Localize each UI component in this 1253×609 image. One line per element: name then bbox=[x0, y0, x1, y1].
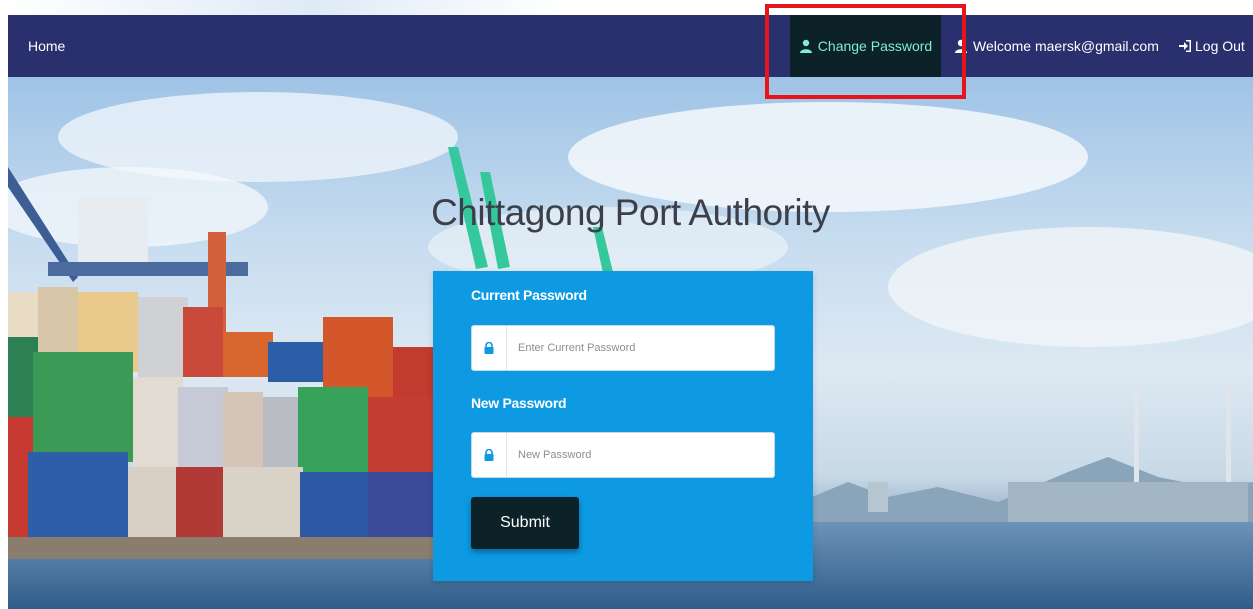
new-password-field bbox=[471, 432, 775, 478]
page: Chittagong Port Authority Home Change Pa… bbox=[0, 0, 1253, 609]
user-icon bbox=[799, 39, 813, 53]
lock-icon bbox=[472, 433, 507, 477]
sign-in-icon bbox=[1178, 39, 1192, 53]
nav-welcome-link[interactable]: Welcome maersk@gmail.com bbox=[954, 15, 1159, 77]
nav-home-label: Home bbox=[28, 38, 66, 54]
top-strip bbox=[0, 0, 1253, 15]
change-password-form: Current Password New Password Submit bbox=[433, 271, 813, 581]
nav-welcome-label: Welcome maersk@gmail.com bbox=[973, 38, 1159, 54]
current-password-label: Current Password bbox=[471, 287, 587, 303]
new-password-input[interactable] bbox=[507, 433, 774, 477]
lock-icon bbox=[472, 326, 507, 370]
nav-home-link[interactable]: Home bbox=[28, 15, 65, 77]
submit-button[interactable]: Submit bbox=[471, 497, 579, 549]
page-title: Chittagong Port Authority bbox=[431, 192, 830, 233]
current-password-input[interactable] bbox=[507, 326, 774, 370]
nav-change-password-label: Change Password bbox=[817, 38, 933, 54]
new-password-label: New Password bbox=[471, 395, 567, 411]
top-navbar: Home Change Password Welcome maersk@gmai… bbox=[8, 15, 1253, 77]
nav-change-password-link[interactable]: Change Password bbox=[790, 15, 941, 77]
nav-logout-label: Log Out bbox=[1195, 38, 1245, 54]
current-password-field bbox=[471, 325, 775, 371]
user-icon bbox=[954, 39, 968, 53]
nav-logout-link[interactable]: Log Out bbox=[1178, 15, 1245, 77]
